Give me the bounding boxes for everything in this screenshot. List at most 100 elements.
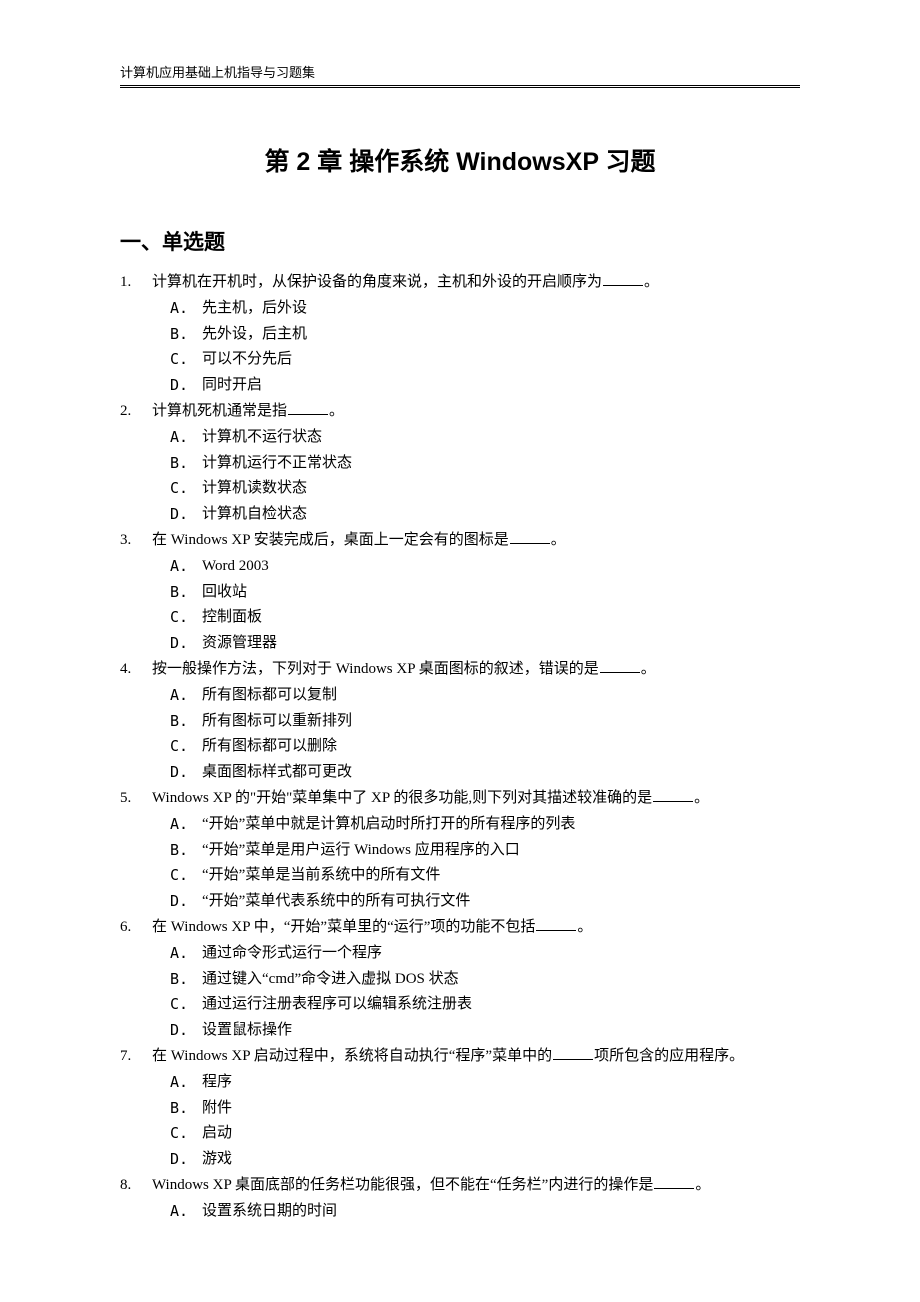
question-stem: 在 Windows XP 启动过程中，系统将自动执行“程序”菜单中的项所包含的应… bbox=[152, 1044, 800, 1070]
document-page: 计算机应用基础上机指导与习题集 第 2 章 操作系统 WindowsXP 习题 … bbox=[0, 0, 920, 1284]
option-text: 附件 bbox=[202, 1096, 232, 1122]
option-item: B.先外设，后主机 bbox=[170, 322, 800, 348]
question-stem: Windows XP 桌面底部的任务栏功能很强，但不能在“任务栏”内进行的操作是… bbox=[152, 1173, 800, 1199]
option-label: B. bbox=[170, 580, 202, 606]
question-number: 5. bbox=[120, 786, 152, 915]
option-text: Word 2003 bbox=[202, 554, 269, 580]
option-item: B.通过键入“cmd”命令进入虚拟 DOS 状态 bbox=[170, 967, 800, 993]
option-item: D.“开始”菜单代表系统中的所有可执行文件 bbox=[170, 889, 800, 915]
option-text: 计算机不运行状态 bbox=[202, 425, 322, 451]
question-body: 在 Windows XP 启动过程中，系统将自动执行“程序”菜单中的项所包含的应… bbox=[152, 1044, 800, 1173]
chapter-title: 第 2 章 操作系统 WindowsXP 习题 bbox=[120, 142, 800, 178]
option-label: A. bbox=[170, 1070, 202, 1096]
option-label: C. bbox=[170, 863, 202, 889]
option-item: B.所有图标可以重新排列 bbox=[170, 709, 800, 735]
question-item: 8.Windows XP 桌面底部的任务栏功能很强，但不能在“任务栏”内进行的操… bbox=[120, 1173, 800, 1225]
option-label: A. bbox=[170, 683, 202, 709]
option-list: A.计算机不运行状态B.计算机运行不正常状态C.计算机读数状态D.计算机自检状态 bbox=[152, 425, 800, 528]
option-label: C. bbox=[170, 992, 202, 1018]
question-number: 4. bbox=[120, 657, 152, 786]
option-text: 同时开启 bbox=[202, 373, 262, 399]
option-label: C. bbox=[170, 734, 202, 760]
option-label: A. bbox=[170, 425, 202, 451]
option-text: 所有图标都可以复制 bbox=[202, 683, 337, 709]
option-label: D. bbox=[170, 1147, 202, 1173]
option-text: 通过运行注册表程序可以编辑系统注册表 bbox=[202, 992, 472, 1018]
question-number: 2. bbox=[120, 399, 152, 528]
option-text: “开始”菜单中就是计算机启动时所打开的所有程序的列表 bbox=[202, 812, 575, 838]
option-item: A.程序 bbox=[170, 1070, 800, 1096]
option-text: 控制面板 bbox=[202, 605, 262, 631]
option-label: A. bbox=[170, 941, 202, 967]
option-item: B.计算机运行不正常状态 bbox=[170, 451, 800, 477]
option-item: A.先主机，后外设 bbox=[170, 296, 800, 322]
option-item: C.控制面板 bbox=[170, 605, 800, 631]
option-text: 设置鼠标操作 bbox=[202, 1018, 292, 1044]
option-text: 设置系统日期的时间 bbox=[202, 1199, 337, 1225]
option-text: 资源管理器 bbox=[202, 631, 277, 657]
option-item: D.同时开启 bbox=[170, 373, 800, 399]
fill-blank bbox=[600, 672, 640, 673]
option-label: D. bbox=[170, 502, 202, 528]
option-list: A.设置系统日期的时间 bbox=[152, 1199, 800, 1225]
option-label: D. bbox=[170, 1018, 202, 1044]
option-label: A. bbox=[170, 1199, 202, 1225]
fill-blank bbox=[553, 1059, 593, 1060]
fill-blank bbox=[510, 543, 550, 544]
option-text: 计算机自检状态 bbox=[202, 502, 307, 528]
fill-blank bbox=[654, 1188, 694, 1189]
question-item: 4.按一般操作方法，下列对于 Windows XP 桌面图标的叙述，错误的是。A… bbox=[120, 657, 800, 786]
option-text: “开始”菜单是当前系统中的所有文件 bbox=[202, 863, 440, 889]
option-label: B. bbox=[170, 838, 202, 864]
question-number: 8. bbox=[120, 1173, 152, 1225]
question-list: 1.计算机在开机时，从保护设备的角度来说，主机和外设的开启顺序为。A.先主机，后… bbox=[120, 270, 800, 1224]
question-number: 6. bbox=[120, 915, 152, 1044]
option-text: “开始”菜单代表系统中的所有可执行文件 bbox=[202, 889, 470, 915]
option-item: D.设置鼠标操作 bbox=[170, 1018, 800, 1044]
option-list: A.Word 2003B.回收站C.控制面板D.资源管理器 bbox=[152, 554, 800, 657]
option-item: D.游戏 bbox=[170, 1147, 800, 1173]
option-label: B. bbox=[170, 709, 202, 735]
option-label: D. bbox=[170, 373, 202, 399]
option-item: A.设置系统日期的时间 bbox=[170, 1199, 800, 1225]
fill-blank bbox=[603, 285, 643, 286]
question-stem: 按一般操作方法，下列对于 Windows XP 桌面图标的叙述，错误的是。 bbox=[152, 657, 800, 683]
question-stem: 计算机在开机时，从保护设备的角度来说，主机和外设的开启顺序为。 bbox=[152, 270, 800, 296]
option-item: A.“开始”菜单中就是计算机启动时所打开的所有程序的列表 bbox=[170, 812, 800, 838]
question-item: 2.计算机死机通常是指。A.计算机不运行状态B.计算机运行不正常状态C.计算机读… bbox=[120, 399, 800, 528]
option-item: B.回收站 bbox=[170, 580, 800, 606]
question-item: 3.在 Windows XP 安装完成后，桌面上一定会有的图标是。A.Word … bbox=[120, 528, 800, 657]
fill-blank bbox=[288, 414, 328, 415]
option-list: A.程序B.附件C.启动D.游戏 bbox=[152, 1070, 800, 1173]
question-number: 7. bbox=[120, 1044, 152, 1173]
question-body: 计算机在开机时，从保护设备的角度来说，主机和外设的开启顺序为。A.先主机，后外设… bbox=[152, 270, 800, 399]
option-item: C.启动 bbox=[170, 1121, 800, 1147]
question-item: 6.在 Windows XP 中，“开始”菜单里的“运行”项的功能不包括。A.通… bbox=[120, 915, 800, 1044]
question-body: 在 Windows XP 安装完成后，桌面上一定会有的图标是。A.Word 20… bbox=[152, 528, 800, 657]
question-stem: 在 Windows XP 安装完成后，桌面上一定会有的图标是。 bbox=[152, 528, 800, 554]
option-item: A.Word 2003 bbox=[170, 554, 800, 580]
option-label: B. bbox=[170, 451, 202, 477]
option-label: D. bbox=[170, 631, 202, 657]
option-text: 先外设，后主机 bbox=[202, 322, 307, 348]
option-item: C.可以不分先后 bbox=[170, 347, 800, 373]
question-number: 1. bbox=[120, 270, 152, 399]
option-label: B. bbox=[170, 322, 202, 348]
option-item: C.所有图标都可以删除 bbox=[170, 734, 800, 760]
option-text: “开始”菜单是用户运行 Windows 应用程序的入口 bbox=[202, 838, 520, 864]
question-body: Windows XP 的"开始"菜单集中了 XP 的很多功能,则下列对其描述较准… bbox=[152, 786, 800, 915]
question-stem: 在 Windows XP 中，“开始”菜单里的“运行”项的功能不包括。 bbox=[152, 915, 800, 941]
option-list: A.所有图标都可以复制B.所有图标可以重新排列C.所有图标都可以删除D.桌面图标… bbox=[152, 683, 800, 786]
option-list: A.先主机，后外设B.先外设，后主机C.可以不分先后D.同时开启 bbox=[152, 296, 800, 399]
option-item: D.桌面图标样式都可更改 bbox=[170, 760, 800, 786]
option-text: 计算机运行不正常状态 bbox=[202, 451, 352, 477]
option-list: A.通过命令形式运行一个程序B.通过键入“cmd”命令进入虚拟 DOS 状态C.… bbox=[152, 941, 800, 1044]
option-item: C.通过运行注册表程序可以编辑系统注册表 bbox=[170, 992, 800, 1018]
option-label: C. bbox=[170, 605, 202, 631]
option-label: B. bbox=[170, 1096, 202, 1122]
running-header-rule bbox=[120, 87, 800, 88]
option-label: D. bbox=[170, 889, 202, 915]
option-text: 程序 bbox=[202, 1070, 232, 1096]
option-text: 所有图标都可以删除 bbox=[202, 734, 337, 760]
option-text: 所有图标可以重新排列 bbox=[202, 709, 352, 735]
